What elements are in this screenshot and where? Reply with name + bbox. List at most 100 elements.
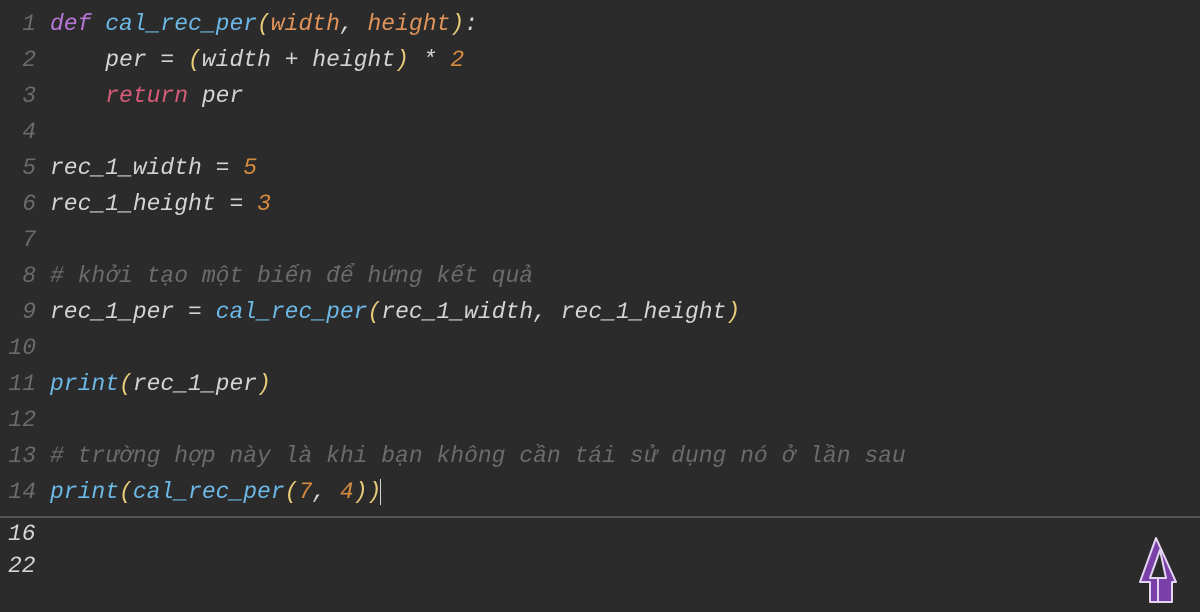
code-content[interactable]: # khởi tạo một biến để hứng kết quả [50, 258, 1200, 294]
token: ) [257, 371, 271, 397]
code-line[interactable]: 2 per = (width + height) * 2 [0, 42, 1200, 78]
line-number: 11 [0, 366, 50, 402]
code-content[interactable]: print(cal_rec_per(7, 4)) [50, 474, 1200, 510]
token: 5 [243, 155, 257, 181]
token: ( [119, 371, 133, 397]
line-number: 4 [0, 114, 50, 150]
code-content[interactable]: per = (width + height) * 2 [50, 42, 1200, 78]
code-line[interactable]: 5rec_1_width = 5 [0, 150, 1200, 186]
token: , [533, 299, 561, 325]
token [50, 83, 105, 109]
line-number: 2 [0, 42, 50, 78]
line-number: 10 [0, 330, 50, 366]
token: rec_1_height [50, 191, 229, 217]
token: def [50, 11, 105, 37]
output-line: 16 [8, 518, 1200, 550]
token: ( [285, 479, 299, 505]
code-content[interactable]: print(rec_1_per) [50, 366, 1200, 402]
token: rec_1_per [133, 371, 257, 397]
token: ) [368, 479, 382, 505]
token [202, 299, 216, 325]
token: ) [726, 299, 740, 325]
token: = [160, 47, 174, 73]
token: # trường hợp này là khi bạn không cần tá… [50, 443, 906, 469]
code-line[interactable]: 14print(cal_rec_per(7, 4)) [0, 474, 1200, 510]
token: height [299, 47, 396, 73]
token: 2 [450, 47, 464, 73]
token: 7 [298, 479, 312, 505]
logo-icon [1126, 534, 1186, 606]
output-line: 22 [8, 550, 1200, 582]
token: per [188, 83, 243, 109]
token: ) [450, 11, 464, 37]
token: , [340, 11, 368, 37]
token: * [423, 47, 437, 73]
code-line[interactable]: 11print(rec_1_per) [0, 366, 1200, 402]
code-line[interactable]: 9rec_1_per = cal_rec_per(rec_1_width, re… [0, 294, 1200, 330]
code-line[interactable]: 10 [0, 330, 1200, 366]
token: return [105, 83, 188, 109]
token: rec_1_height [561, 299, 727, 325]
token [243, 191, 257, 217]
token: print [50, 479, 119, 505]
code-content[interactable]: def cal_rec_per(width, height): [50, 6, 1200, 42]
code-line[interactable]: 3 return per [0, 78, 1200, 114]
code-editor[interactable]: 1def cal_rec_per(width, height):2 per = … [0, 0, 1200, 510]
token: rec_1_width [50, 155, 216, 181]
token: 3 [257, 191, 271, 217]
token: : [464, 11, 478, 37]
token: = [229, 191, 243, 217]
token: cal_rec_per [216, 299, 368, 325]
code-content[interactable] [50, 114, 1200, 150]
code-content[interactable]: rec_1_width = 5 [50, 150, 1200, 186]
token [229, 155, 243, 181]
line-number: 9 [0, 294, 50, 330]
token: ( [119, 479, 133, 505]
line-number: 7 [0, 222, 50, 258]
token: cal_rec_per [105, 11, 257, 37]
line-number: 13 [0, 438, 50, 474]
code-content[interactable] [50, 330, 1200, 366]
token: per [50, 47, 160, 73]
code-content[interactable]: return per [50, 78, 1200, 114]
token: width [271, 11, 340, 37]
token: ( [367, 299, 381, 325]
token: rec_1_width [381, 299, 533, 325]
line-number: 3 [0, 78, 50, 114]
token: width [202, 47, 285, 73]
token: , [312, 479, 340, 505]
token: cal_rec_per [133, 479, 285, 505]
token: print [50, 371, 119, 397]
line-number: 5 [0, 150, 50, 186]
code-line[interactable]: 4 [0, 114, 1200, 150]
token: = [216, 155, 230, 181]
line-number: 8 [0, 258, 50, 294]
token: ) [395, 47, 409, 73]
token: ( [188, 47, 202, 73]
token: = [188, 299, 202, 325]
token: ) [354, 479, 368, 505]
token: # khởi tạo một biến để hứng kết quả [50, 263, 533, 289]
code-line[interactable]: 1def cal_rec_per(width, height): [0, 6, 1200, 42]
code-line[interactable]: 8# khởi tạo một biến để hứng kết quả [0, 258, 1200, 294]
code-line[interactable]: 13# trường hợp này là khi bạn không cần … [0, 438, 1200, 474]
code-line[interactable]: 12 [0, 402, 1200, 438]
code-content[interactable]: rec_1_height = 3 [50, 186, 1200, 222]
code-content[interactable]: # trường hợp này là khi bạn không cần tá… [50, 438, 1200, 474]
code-content[interactable] [50, 402, 1200, 438]
line-number: 14 [0, 474, 50, 510]
token: rec_1_per [50, 299, 188, 325]
code-line[interactable]: 6rec_1_height = 3 [0, 186, 1200, 222]
line-number: 6 [0, 186, 50, 222]
line-number: 12 [0, 402, 50, 438]
output-panel: 1622 [0, 518, 1200, 582]
token [174, 47, 188, 73]
token: height [367, 11, 450, 37]
code-line[interactable]: 7 [0, 222, 1200, 258]
token [409, 47, 423, 73]
code-content[interactable] [50, 222, 1200, 258]
code-content[interactable]: rec_1_per = cal_rec_per(rec_1_width, rec… [50, 294, 1200, 330]
token: ( [257, 11, 271, 37]
line-number: 1 [0, 6, 50, 42]
text-cursor [380, 479, 381, 505]
